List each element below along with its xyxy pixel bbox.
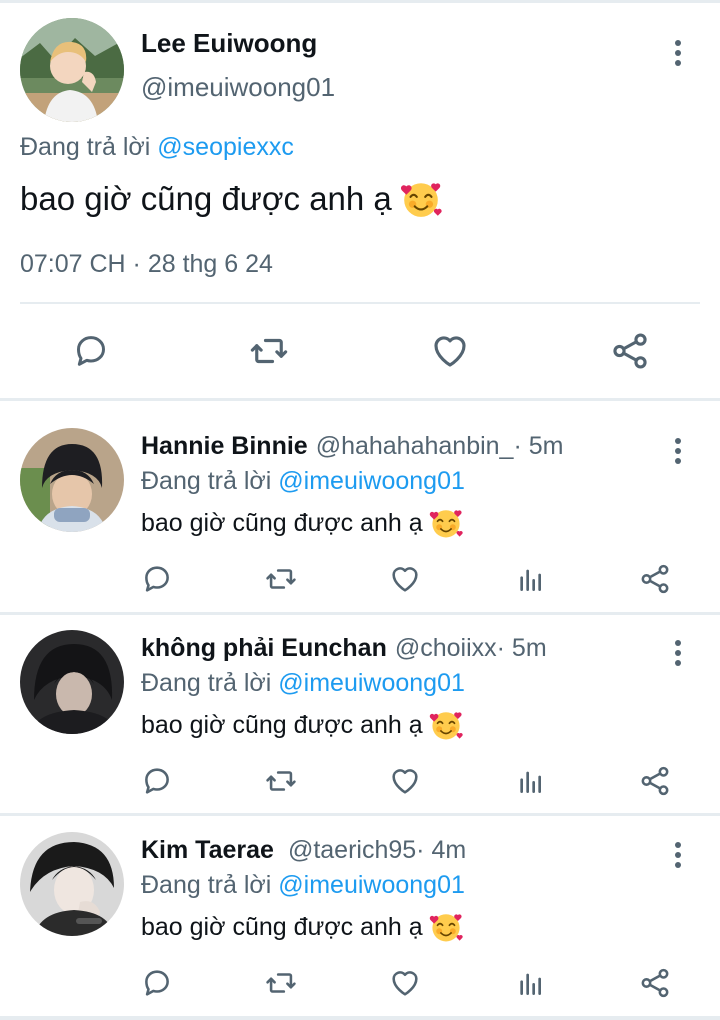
reply-tweet[interactable]: Kim Taerae @taerich95 · 4m Đang trả lời … [0, 818, 720, 1018]
tweet-text: bao giờ cũng được anh ạ [141, 708, 463, 742]
main-tweet: Lee Euiwoong @imeuiwoong01 Đang trả lời … [0, 0, 720, 398]
reply-header: không phải Eunchan @choiixx · 5m [141, 634, 547, 663]
like-icon[interactable] [388, 764, 422, 798]
share-icon[interactable] [638, 764, 672, 798]
more-options-icon[interactable] [666, 36, 690, 70]
avatar[interactable] [20, 18, 124, 122]
reply-header: Hannie Binnie @hahahahanbin_ · 5m [141, 432, 563, 461]
author-name[interactable]: Hannie Binnie [141, 432, 308, 461]
retweet-icon[interactable] [264, 764, 298, 798]
reply-icon[interactable] [140, 966, 174, 1000]
tweet-timestamp[interactable]: 07:07 CH · 28 thg 6 24 [20, 250, 273, 279]
like-icon[interactable] [429, 330, 471, 372]
replying-to: Đang trả lời @imeuiwoong01 [141, 669, 465, 698]
share-icon[interactable] [638, 562, 672, 596]
reply-tweet[interactable]: không phải Eunchan @choiixx · 5m Đang tr… [0, 616, 720, 816]
more-options-icon[interactable] [666, 838, 690, 872]
author-handle[interactable]: @imeuiwoong01 [141, 72, 335, 103]
share-icon[interactable] [638, 966, 672, 1000]
reply-time[interactable]: · 5m [513, 432, 563, 461]
divider [0, 612, 720, 615]
tweet-text-content: bao giờ cũng được anh ạ [20, 180, 392, 217]
divider [0, 813, 720, 816]
retweet-icon[interactable] [248, 330, 290, 372]
reply-header: Kim Taerae @taerich95 · 4m [141, 836, 466, 865]
author-handle[interactable]: @taerich95 [288, 836, 416, 865]
replying-to-label: Đang trả lời [141, 467, 272, 495]
retweet-icon[interactable] [264, 966, 298, 1000]
smiling-face-with-hearts-icon [429, 708, 463, 742]
replying-to-link[interactable]: @seopiexxc [157, 133, 294, 161]
replying-to: Đang trả lời @imeuiwoong01 [141, 871, 465, 900]
author-name[interactable]: Kim Taerae [141, 836, 274, 865]
reply-time[interactable]: · 5m [497, 634, 547, 663]
like-icon[interactable] [388, 562, 422, 596]
like-icon[interactable] [388, 966, 422, 1000]
tweet-text: bao giờ cũng được anh ạ [141, 506, 463, 540]
reply-icon[interactable] [70, 330, 112, 372]
analytics-icon[interactable] [514, 966, 548, 1000]
reply-icon[interactable] [140, 562, 174, 596]
avatar[interactable] [20, 630, 124, 734]
divider [20, 302, 700, 304]
author-name[interactable]: không phải Eunchan [141, 634, 387, 663]
tweet-text: bao giờ cũng được anh ạ [141, 910, 463, 944]
avatar[interactable] [20, 832, 124, 936]
replying-to-label: Đang trả lời [141, 871, 272, 899]
tweet-text-content: bao giờ cũng được anh ạ [141, 710, 423, 739]
author-name[interactable]: Lee Euiwoong [141, 28, 317, 59]
replying-to-label: Đang trả lời [20, 133, 151, 161]
divider [0, 398, 720, 401]
tweet-text-content: bao giờ cũng được anh ạ [141, 508, 423, 537]
replying-to: Đang trả lời @imeuiwoong01 [141, 467, 465, 496]
replying-to: Đang trả lời @seopiexxc [20, 133, 294, 162]
tweet-text: bao giờ cũng được anh ạ [20, 178, 442, 220]
more-options-icon[interactable] [666, 434, 690, 468]
analytics-icon[interactable] [514, 764, 548, 798]
analytics-icon[interactable] [514, 562, 548, 596]
retweet-icon[interactable] [264, 562, 298, 596]
author-handle[interactable]: @choiixx [395, 634, 497, 663]
divider [0, 1016, 720, 1020]
smiling-face-with-hearts-icon [400, 178, 442, 220]
avatar[interactable] [20, 428, 124, 532]
smiling-face-with-hearts-icon [429, 506, 463, 540]
share-icon[interactable] [609, 330, 651, 372]
replying-to-link[interactable]: @imeuiwoong01 [278, 871, 465, 899]
replying-to-label: Đang trả lời [141, 669, 272, 697]
replying-to-link[interactable]: @imeuiwoong01 [278, 669, 465, 697]
more-options-icon[interactable] [666, 636, 690, 670]
reply-tweet[interactable]: Hannie Binnie @hahahahanbin_ · 5m Đang t… [0, 414, 720, 614]
smiling-face-with-hearts-icon [429, 910, 463, 944]
author-handle[interactable]: @hahahahanbin_ [316, 432, 514, 461]
reply-icon[interactable] [140, 764, 174, 798]
tweet-text-content: bao giờ cũng được anh ạ [141, 912, 423, 941]
reply-time[interactable]: · 4m [416, 836, 466, 865]
replying-to-link[interactable]: @imeuiwoong01 [278, 467, 465, 495]
